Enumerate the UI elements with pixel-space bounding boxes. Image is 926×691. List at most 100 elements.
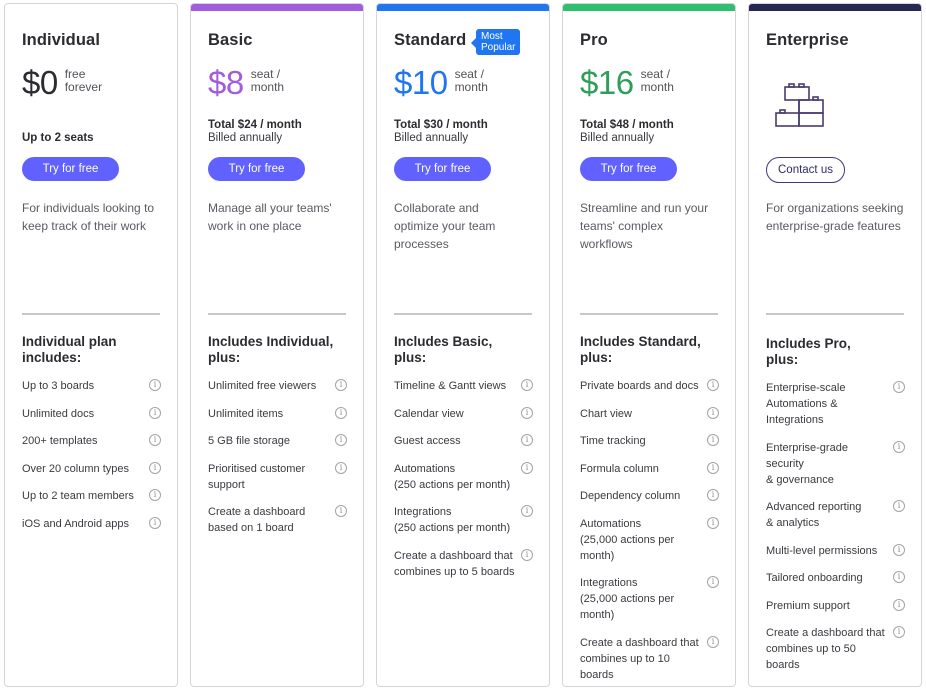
feature-item: Over 20 column types i	[22, 461, 161, 477]
feature-text: Automations (25,000 actions per month)	[580, 517, 675, 562]
price-row: $16 seat / month	[580, 65, 674, 101]
feature-item: Integrations (250 actions per month) i	[394, 504, 533, 536]
info-icon[interactable]: i	[149, 461, 161, 474]
divider	[208, 313, 346, 315]
feature-text: Integrations (250 actions per month)	[394, 506, 511, 534]
info-icon[interactable]: i	[335, 434, 347, 446]
try-for-free-button[interactable]: Try for free	[580, 157, 677, 181]
info-icon[interactable]: i	[893, 440, 905, 453]
feature-item: Unlimited free viewers i	[208, 378, 347, 394]
feature-text: Formula column	[580, 462, 659, 475]
info-icon[interactable]: i	[707, 635, 719, 648]
plan-card-standard: Standard Most Popular $10 seat / month T…	[376, 3, 550, 687]
info-icon[interactable]: i	[893, 500, 905, 512]
total-price: Total $48 / month	[580, 119, 674, 131]
info-icon[interactable]: i	[521, 434, 533, 446]
plan-name: Enterprise	[766, 31, 849, 49]
info-icon[interactable]: i	[893, 626, 905, 638]
price-unit: seat / month	[250, 67, 285, 94]
feature-item: Automations (25,000 actions per month) i	[580, 516, 719, 564]
info-icon[interactable]: i	[521, 505, 533, 517]
feature-item: Timeline & Gantt views i	[394, 378, 533, 394]
divider	[394, 313, 532, 315]
try-for-free-button[interactable]: Try for free	[208, 157, 305, 181]
info-icon[interactable]: i	[335, 505, 347, 517]
includes-title: Includes Individual, plus:	[208, 334, 334, 365]
info-icon[interactable]: i	[893, 543, 905, 556]
divider	[580, 313, 718, 315]
info-icon[interactable]: i	[707, 576, 719, 588]
feature-list: Private boards and docs i Chart view i Time …	[580, 378, 719, 686]
price-unit: seat / month	[640, 67, 674, 94]
feature-text: Enterprise-scale Automations & Integrati…	[766, 382, 846, 426]
info-icon[interactable]: i	[893, 598, 905, 611]
feature-item: Unlimited docs i	[22, 406, 161, 422]
try-for-free-button[interactable]: Try for free	[22, 157, 119, 181]
feature-text: Create a dashboard that combines up to 5…	[766, 627, 885, 671]
info-icon[interactable]: i	[707, 379, 719, 391]
feature-text: Integrations (25,000 actions per month)	[580, 577, 675, 621]
price-unit: seat / month	[454, 67, 488, 94]
includes-title: Individual plan includes:	[22, 334, 117, 365]
plan-card-pro: Pro $16 seat / month Total $48 / month B…	[562, 3, 736, 687]
feature-item: Calendar view i	[394, 406, 533, 422]
feature-item: Private boards and docs i	[580, 378, 719, 394]
info-icon[interactable]: i	[149, 406, 161, 419]
plan-card-enterprise: Enterprise Contact us For organizations …	[748, 3, 922, 687]
info-icon[interactable]: i	[149, 516, 161, 529]
feature-text: Create a dashboard that combines up to 5…	[394, 549, 515, 578]
try-for-free-button[interactable]: Try for free	[394, 157, 491, 181]
feature-item: Unlimited items i	[208, 406, 347, 422]
info-icon[interactable]: i	[149, 489, 161, 501]
feature-item: Prioritised customer support i	[208, 461, 347, 493]
plan-description: For organizations seeking enterprise-gra…	[766, 201, 904, 233]
info-icon[interactable]: i	[149, 434, 161, 446]
total-price: Total $24 / month	[208, 119, 302, 131]
feature-text: Time tracking	[580, 435, 646, 447]
price: $0	[22, 64, 58, 101]
info-icon[interactable]: i	[707, 461, 719, 474]
feature-text: Dependency column	[580, 490, 681, 502]
info-icon[interactable]: i	[335, 406, 347, 419]
feature-item: Chart view i	[580, 406, 719, 422]
info-icon[interactable]: i	[335, 379, 347, 391]
feature-text: Premium support	[766, 599, 850, 612]
info-icon[interactable]: i	[893, 571, 905, 583]
plan-description: Manage all your teams' work in one place	[208, 201, 332, 233]
info-icon[interactable]: i	[521, 406, 533, 419]
feature-text: Timeline & Gantt views	[394, 380, 507, 392]
feature-item: Time tracking i	[580, 433, 719, 449]
info-icon[interactable]: i	[521, 548, 533, 561]
feature-text: Unlimited free viewers	[208, 380, 317, 392]
feature-item: Up to 3 boards i	[22, 378, 161, 394]
feature-text: Unlimited items	[208, 407, 284, 420]
feature-text: Prioritised customer support	[208, 462, 306, 491]
price-row: $0 free forever	[22, 65, 102, 101]
feature-list: Unlimited free viewers i Unlimited items i 5…	[208, 378, 347, 548]
feature-text: Advanced reporting & analytics	[766, 501, 862, 529]
includes-title: Includes Basic, plus:	[394, 334, 493, 365]
info-icon[interactable]: i	[893, 381, 905, 393]
info-icon[interactable]: i	[149, 379, 161, 391]
feature-item: 200+ templates i	[22, 433, 161, 449]
feature-text: iOS and Android apps	[22, 517, 130, 530]
info-icon[interactable]: i	[707, 489, 719, 501]
feature-list: Up to 3 boards i Unlimited docs i 200+ templ…	[22, 378, 161, 543]
price: $16	[580, 64, 634, 101]
info-icon[interactable]: i	[521, 461, 533, 474]
plan-name: Basic	[208, 31, 253, 49]
includes-title: Includes Standard, plus:	[580, 334, 701, 365]
info-icon[interactable]: i	[335, 461, 347, 474]
contact-us-button[interactable]: Contact us	[766, 157, 845, 183]
info-icon[interactable]: i	[707, 406, 719, 419]
feature-item: Enterprise-grade security & governance i	[766, 440, 905, 488]
info-icon[interactable]: i	[707, 434, 719, 446]
info-icon[interactable]: i	[521, 379, 533, 391]
feature-item: iOS and Android apps i	[22, 516, 161, 532]
total-price: Total $30 / month	[394, 119, 488, 131]
feature-item: Create a dashboard based on 1 board i	[208, 504, 347, 536]
feature-text: Chart view	[580, 407, 632, 420]
feature-text: Up to 3 boards	[22, 380, 95, 392]
info-icon[interactable]: i	[707, 516, 719, 529]
plan-description: For individuals looking to keep track of…	[22, 201, 155, 233]
